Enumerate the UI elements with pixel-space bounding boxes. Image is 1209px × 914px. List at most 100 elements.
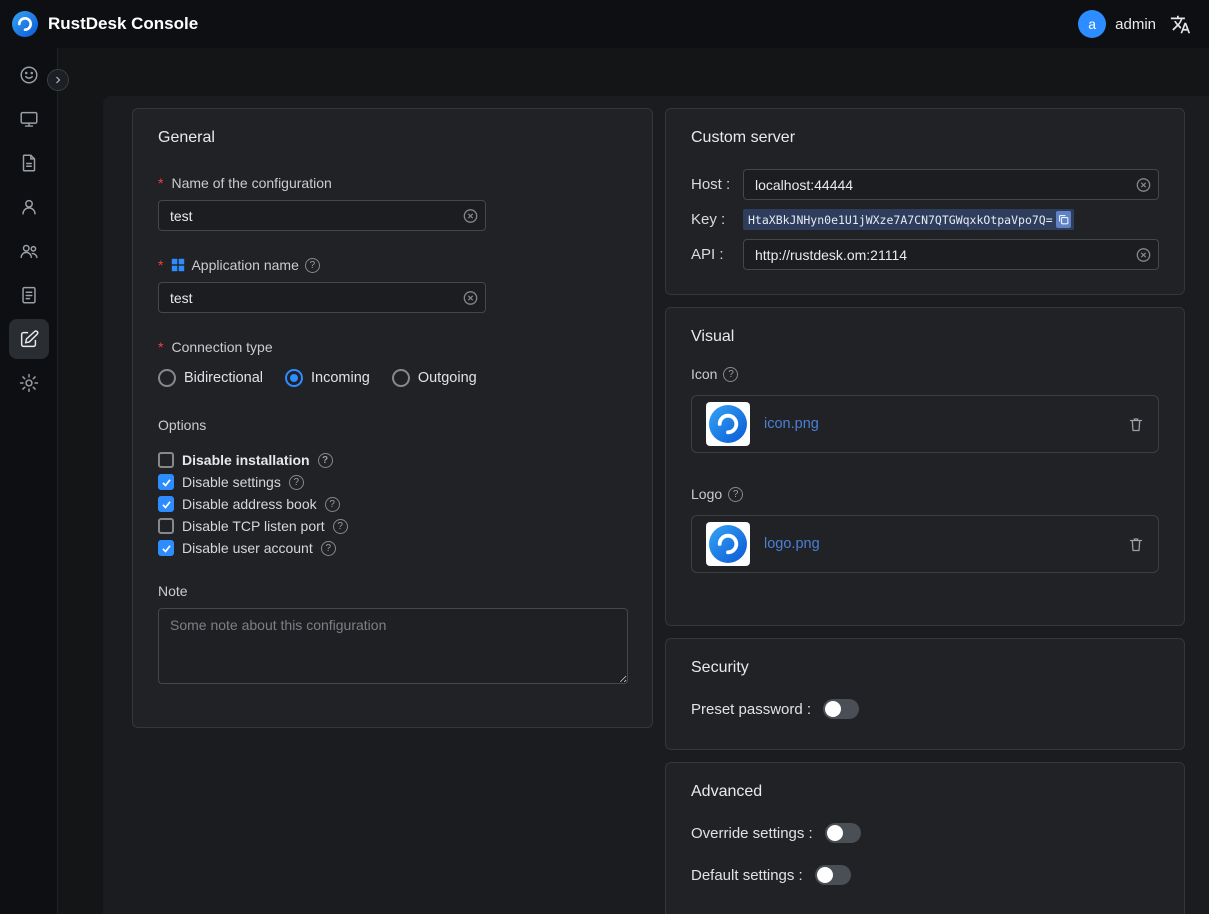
help-icon[interactable]: ? [728,487,743,502]
api-clear-icon[interactable] [1136,247,1151,262]
name-clear-icon[interactable] [463,208,478,223]
radio-bidirectional[interactable]: Bidirectional [158,369,263,387]
radio-outgoing[interactable]: Outgoing [392,369,477,387]
icon-file-link[interactable]: icon.png [764,416,819,432]
app-name-field-wrap [158,282,486,313]
name-input[interactable] [158,200,486,231]
key-value-chip: HtaXBkJNHyn0e1U1jWXze7A7CN7QTGWqxkOtpaVp… [743,209,1074,230]
help-icon[interactable]: ? [333,519,348,534]
logo-label: Logo ? [691,486,1159,502]
api-input[interactable] [743,239,1159,270]
sidebar-item-users[interactable] [9,187,49,227]
advanced-title: Advanced [691,783,1159,801]
help-icon[interactable]: ? [305,258,320,273]
logo-delete-button[interactable] [1128,536,1144,553]
checkbox[interactable] [158,474,174,490]
name-field-wrap [158,200,486,231]
windows-icon [171,258,185,272]
chevron-right-icon [52,74,64,86]
app-title: RustDesk Console [48,14,198,34]
radio-circle[interactable] [392,369,410,387]
preset-password-label: Preset password : [691,701,811,718]
help-icon[interactable]: ? [318,453,333,468]
icon-preview [706,402,750,446]
help-icon[interactable]: ? [321,541,336,556]
logs-icon [18,284,40,306]
radio-circle[interactable] [285,369,303,387]
logo-upload-box[interactable]: logo.png [691,515,1159,573]
security-card: Security Preset password : [665,638,1185,750]
help-icon[interactable]: ? [723,367,738,382]
checkbox-row-disable-user-account: Disable user account ? [158,537,627,559]
options-label: Options [158,417,627,433]
custom-client-icon [18,328,40,350]
host-input[interactable] [743,169,1159,200]
api-row: API : [691,239,1159,270]
radio-circle[interactable] [158,369,176,387]
groups-icon [18,240,40,262]
logo-file-link[interactable]: logo.png [764,536,820,552]
sidebar-item-settings[interactable] [9,363,49,403]
sidebar-expand-button[interactable] [47,69,69,91]
app-name-input[interactable] [158,282,486,313]
checkbox[interactable] [158,452,174,468]
visual-card: Visual Icon ? icon.png [665,307,1185,626]
key-row: Key : HtaXBkJNHyn0e1U1jWXze7A7CN7QTGWqxk… [691,209,1159,230]
connection-type-label: * Connection type [158,339,627,355]
override-settings-row: Override settings : [691,823,1159,843]
connection-type-group: Bidirectional Incoming Outgoing [158,369,627,387]
custom-server-title: Custom server [691,129,1159,147]
override-settings-toggle[interactable] [825,823,861,843]
app-name-clear-icon[interactable] [463,290,478,305]
app-name-label: * Application name ? [158,257,627,273]
general-card: General * Name of the configuration * [132,108,653,728]
advanced-card: Advanced Override settings : Default set… [665,762,1185,914]
translate-icon[interactable] [1170,14,1191,35]
copy-key-button[interactable] [1056,211,1071,228]
sidebar-item-logs[interactable] [9,275,49,315]
required-asterisk: * [158,257,163,273]
user-menu[interactable]: a admin [1078,10,1156,38]
required-asterisk: * [158,339,163,355]
checkbox-row-disable-installation: Disable installation ? [158,449,627,471]
help-icon[interactable]: ? [325,497,340,512]
sidebar [0,48,58,914]
preset-password-toggle[interactable] [823,699,859,719]
status-icon [18,64,40,86]
icon-delete-button[interactable] [1128,416,1144,433]
override-settings-label: Override settings : [691,825,813,842]
default-settings-toggle[interactable] [815,865,851,885]
checkbox[interactable] [158,518,174,534]
radio-incoming[interactable]: Incoming [285,369,370,387]
main-content: General * Name of the configuration * [103,96,1209,914]
logo-preview [706,522,750,566]
note-label: Note [158,583,627,599]
sidebar-item-devices[interactable] [9,99,49,139]
checkbox[interactable] [158,540,174,556]
name-label: * Name of the configuration [158,175,627,191]
user-name: admin [1115,16,1156,33]
checkbox-row-disable-settings: Disable settings ? [158,471,627,493]
avatar[interactable]: a [1078,10,1106,38]
default-settings-row: Default settings : [691,865,1159,885]
icon-upload-box[interactable]: icon.png [691,395,1159,453]
host-row: Host : [691,169,1159,200]
devices-icon [18,108,40,130]
general-title: General [158,129,627,147]
sidebar-item-custom-client[interactable] [9,319,49,359]
sidebar-item-status[interactable] [9,55,49,95]
host-label: Host : [691,176,743,193]
host-clear-icon[interactable] [1136,177,1151,192]
rustdesk-logo-icon [12,11,38,37]
checkbox[interactable] [158,496,174,512]
trash-icon [1128,416,1144,433]
documents-icon [18,152,40,174]
checkbox-row-disable-tcp-listen-port: Disable TCP listen port ? [158,515,627,537]
settings-icon [18,372,40,394]
help-icon[interactable]: ? [289,475,304,490]
copy-icon [1058,214,1069,225]
sidebar-item-groups[interactable] [9,231,49,271]
sidebar-item-documents[interactable] [9,143,49,183]
api-label: API : [691,246,743,263]
note-textarea[interactable] [158,608,628,684]
